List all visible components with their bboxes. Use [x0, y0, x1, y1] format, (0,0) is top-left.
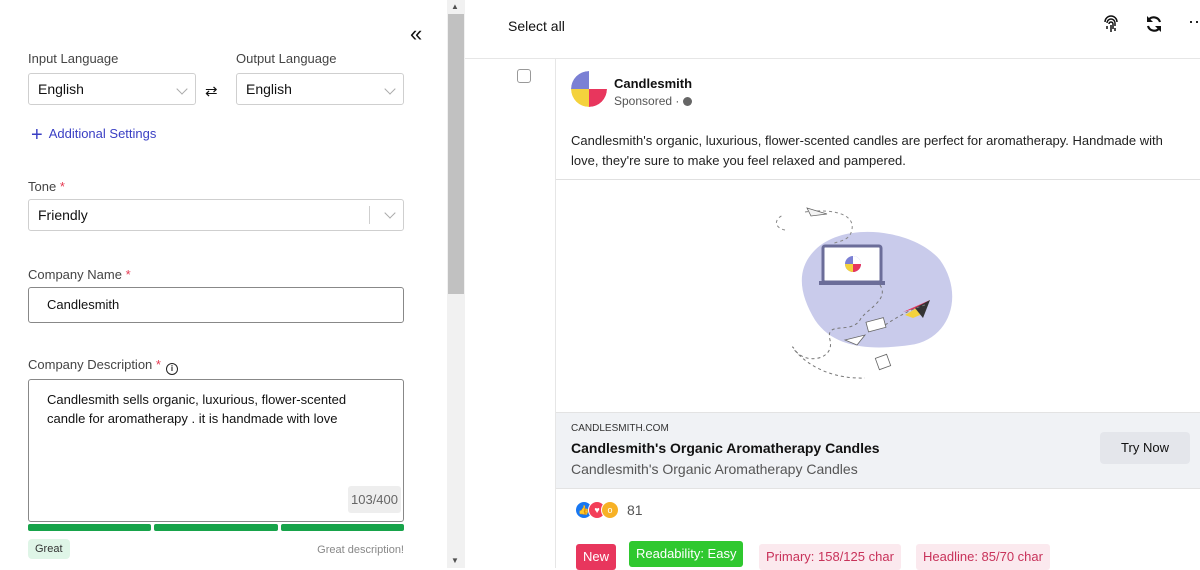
readability-badge: Readability: Easy	[629, 541, 744, 567]
chevron-down-icon	[176, 83, 188, 95]
quality-segment	[154, 524, 278, 531]
brand-logo	[571, 71, 607, 107]
divider	[555, 59, 556, 568]
chevron-down-icon	[384, 207, 396, 219]
quality-badge: Great	[28, 539, 70, 559]
sponsored-label: Sponsored ·	[614, 94, 692, 108]
globe-icon	[682, 97, 692, 106]
try-now-button[interactable]: Try Now	[1100, 432, 1190, 464]
collapse-panel-icon[interactable]: «	[410, 23, 422, 45]
scroll-down-icon[interactable]: ▼	[451, 556, 459, 565]
description-quality-bar	[28, 524, 404, 531]
company-description-label: Company Description * i	[28, 357, 178, 375]
input-language-label: Input Language	[28, 51, 119, 66]
chevron-down-icon	[384, 83, 396, 95]
divider	[556, 179, 1200, 180]
tone-select[interactable]: Friendly	[28, 199, 404, 231]
scrollbar-thumb[interactable]	[448, 14, 464, 294]
ad-select-checkbox[interactable]	[517, 69, 531, 83]
tone-label-text: Tone	[28, 179, 57, 194]
preview-panel: Select all ⋯ Candlesmith Sponsored · Can…	[465, 0, 1200, 570]
company-description-textarea[interactable]: Candlesmith sells organic, luxurious, fl…	[28, 379, 404, 522]
panel-scrollbar[interactable]: ▲ ▼	[447, 0, 465, 568]
input-language-select[interactable]: English	[28, 73, 196, 105]
info-icon[interactable]: i	[165, 363, 178, 375]
new-badge: New	[576, 544, 617, 570]
reaction-count: 81	[627, 502, 643, 518]
tone-label: Tone *	[28, 179, 65, 194]
divider	[465, 58, 1200, 59]
company-description-label-text: Company Description	[28, 357, 153, 372]
fingerprint-icon[interactable]	[1101, 14, 1121, 39]
reactions-bar[interactable]: 👍 ♥ o 81	[575, 501, 643, 519]
company-description-value: Candlesmith sells organic, luxurious, fl…	[47, 392, 347, 426]
scroll-up-icon[interactable]: ▲	[451, 2, 459, 11]
settings-panel: « Input Language English ⇄ Output Langua…	[0, 0, 447, 568]
additional-settings-label: Additional Settings	[48, 126, 157, 141]
quality-segment	[28, 524, 152, 531]
company-name-label: Company Name *	[28, 267, 131, 282]
tone-value: Friendly	[38, 207, 88, 223]
additional-settings-button[interactable]: + Additional Settings	[31, 124, 156, 147]
company-name-input[interactable]: Candlesmith	[28, 287, 404, 323]
ad-headline: Candlesmith's Organic Aromatherapy Candl…	[571, 440, 880, 456]
headline-char-badge: Headline: 85/70 char	[916, 544, 1050, 570]
sponsored-text: Sponsored ·	[614, 94, 680, 108]
primary-char-badge: Primary: 158/125 char	[759, 544, 901, 570]
input-language-value: English	[38, 81, 84, 97]
more-icon[interactable]: ⋯	[1188, 12, 1200, 33]
plus-icon: +	[31, 124, 43, 146]
select-all-button[interactable]: Select all	[508, 18, 565, 34]
required-marker: *	[125, 267, 131, 282]
ad-link-preview[interactable]: CANDLESMITH.COM Candlesmith's Organic Ar…	[556, 412, 1200, 489]
ad-brand-name[interactable]: Candlesmith	[614, 76, 692, 91]
required-marker: *	[59, 179, 65, 194]
quality-text: Great description!	[317, 544, 404, 556]
refresh-icon[interactable]	[1144, 14, 1164, 39]
company-name-label-text: Company Name	[28, 267, 122, 282]
ad-primary-text: Candlesmith's organic, luxurious, flower…	[571, 133, 1163, 168]
ad-illustration	[765, 200, 975, 395]
output-language-label: Output Language	[236, 51, 337, 66]
quality-segment	[280, 524, 404, 531]
char-counter: 103/400	[348, 486, 401, 513]
swap-icon[interactable]: ⇄	[205, 82, 218, 100]
ad-domain: CANDLESMITH.COM	[571, 423, 669, 434]
ad-description: Candlesmith's Organic Aromatherapy Candl…	[571, 461, 858, 477]
output-language-value: English	[246, 81, 292, 97]
select-divider	[369, 206, 370, 224]
required-marker: *	[155, 357, 161, 372]
output-language-select[interactable]: English	[236, 73, 404, 105]
wow-reaction-icon: o	[601, 501, 619, 519]
